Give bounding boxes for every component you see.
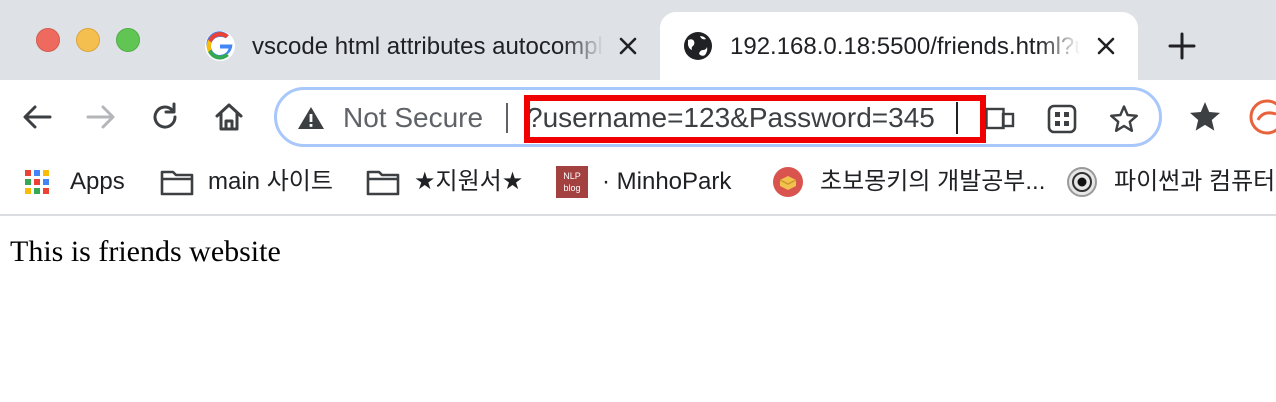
window-maximize-button[interactable] xyxy=(116,28,140,52)
blog-icon-text: blog xyxy=(563,183,580,193)
reload-icon[interactable] xyxy=(146,98,184,136)
back-arrow-icon[interactable] xyxy=(18,98,56,136)
target-favicon-icon xyxy=(1066,167,1098,197)
bookmark-label: Apps xyxy=(70,168,125,195)
forward-arrow-icon[interactable] xyxy=(82,98,120,136)
close-icon[interactable] xyxy=(1094,34,1118,58)
starred-extension-icon[interactable] xyxy=(1186,98,1224,136)
bookmark-label: · MinhoPark xyxy=(602,168,732,195)
nlp-icon-text: NLP xyxy=(563,171,581,181)
page-body-text: This is friends website xyxy=(10,235,281,268)
page-viewport: This is friends website xyxy=(0,218,1276,402)
install-app-icon[interactable] xyxy=(983,102,1017,136)
folder-icon xyxy=(160,167,194,197)
bookmark-apps[interactable]: Apps xyxy=(22,162,125,202)
bookmark-folder-main[interactable]: main 사이트 xyxy=(160,162,333,202)
bookmark-minhopark[interactable]: NLP blog · MinhoPark xyxy=(556,162,731,202)
profile-avatar-icon[interactable] xyxy=(1248,98,1276,136)
bookmark-label: main 사이트 xyxy=(208,168,333,195)
browser-toolbar: Not Secure ?username=123&Password=345 xyxy=(0,80,1276,154)
close-icon[interactable] xyxy=(616,34,640,58)
home-icon[interactable] xyxy=(210,98,248,136)
bookmarks-bar: Apps main 사이트 ★지원서★ NLP blog · MinhoPark… xyxy=(0,154,1276,216)
warning-icon[interactable] xyxy=(297,105,325,131)
extension-grid-icon[interactable] xyxy=(1045,102,1079,136)
tab-inactive[interactable]: vscode html attributes autocomplete xyxy=(188,12,658,80)
monkey-favicon-icon xyxy=(772,167,804,197)
tab-title: 192.168.0.18:5500/friends.html?username=… xyxy=(730,32,1080,62)
bookmark-beginner-monkey[interactable]: 초보몽키의 개발공부... xyxy=(772,162,1045,202)
apps-grid-icon xyxy=(22,167,52,197)
bookmark-label: ★지원서★ xyxy=(414,168,524,195)
bookmark-python-computer[interactable]: 파이썬과 컴퓨터 사 xyxy=(1066,162,1276,202)
window-minimize-button[interactable] xyxy=(76,28,100,52)
security-status-label[interactable]: Not Secure xyxy=(343,101,483,135)
address-bar-divider xyxy=(506,103,508,133)
bookmark-folder-applications[interactable]: ★지원서★ xyxy=(366,162,523,202)
bookmark-label: 초보몽키의 개발공부... xyxy=(820,168,1046,195)
bookmark-star-icon[interactable] xyxy=(1107,102,1141,136)
bookmark-label: 파이썬과 컴퓨터 사 xyxy=(1114,168,1276,195)
tab-title: vscode html attributes autocomplete xyxy=(252,32,604,62)
tab-active[interactable]: 192.168.0.18:5500/friends.html?username=… xyxy=(660,12,1138,80)
window-close-button[interactable] xyxy=(36,28,60,52)
globe-icon xyxy=(682,30,714,62)
tab-strip: vscode html attributes autocomplete 192.… xyxy=(0,0,1276,80)
folder-icon xyxy=(366,167,400,197)
red-highlight-box xyxy=(524,95,986,143)
address-bar[interactable]: Not Secure ?username=123&Password=345 xyxy=(274,87,1162,147)
nlp-blog-icon: NLP blog xyxy=(556,166,588,198)
new-tab-plus-icon[interactable] xyxy=(1166,30,1198,62)
google-icon xyxy=(204,30,236,62)
